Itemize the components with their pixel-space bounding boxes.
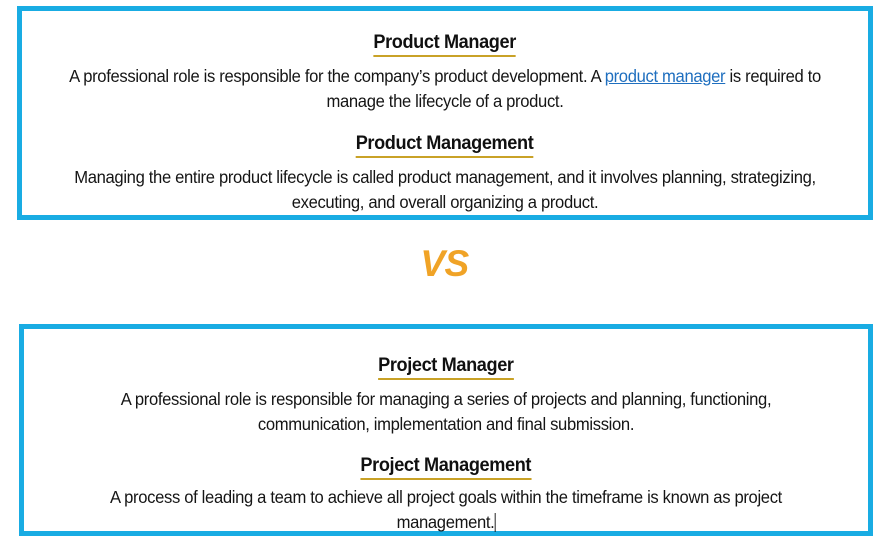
product-manager-description: A professional role is responsible for t… bbox=[68, 64, 822, 113]
project-management-heading-row: Project Management bbox=[50, 454, 842, 481]
project-manager-heading: Project Manager bbox=[378, 354, 514, 380]
project-management-description-text: A process of leading a team to achieve a… bbox=[110, 487, 782, 532]
product-manager-link[interactable]: product manager bbox=[605, 66, 726, 86]
versus-separator: VS bbox=[0, 243, 889, 285]
project-management-heading: Project Management bbox=[360, 454, 532, 481]
project-management-description: A process of leading a team to achieve a… bbox=[69, 485, 823, 534]
product-management-heading-row: Product Management bbox=[48, 132, 842, 159]
project-manager-heading-row: Project Manager bbox=[50, 354, 842, 380]
project-comparison-box: Project Manager A professional role is r… bbox=[19, 324, 873, 536]
versus-label: VS bbox=[420, 243, 469, 284]
product-management-heading: Product Management bbox=[356, 132, 534, 159]
product-manager-description-part-1: A professional role is responsible for t… bbox=[69, 65, 605, 86]
product-manager-heading-row: Product Manager bbox=[48, 31, 842, 57]
comparison-page: Product Manager A professional role is r… bbox=[0, 0, 889, 546]
product-management-description: Managing the entire product lifecycle is… bbox=[74, 167, 816, 212]
project-manager-description: A professional role is responsible for m… bbox=[120, 388, 772, 434]
product-comparison-box: Product Manager A professional role is r… bbox=[17, 6, 873, 220]
text-cursor-caret[interactable] bbox=[494, 512, 496, 532]
product-manager-heading: Product Manager bbox=[373, 31, 517, 57]
